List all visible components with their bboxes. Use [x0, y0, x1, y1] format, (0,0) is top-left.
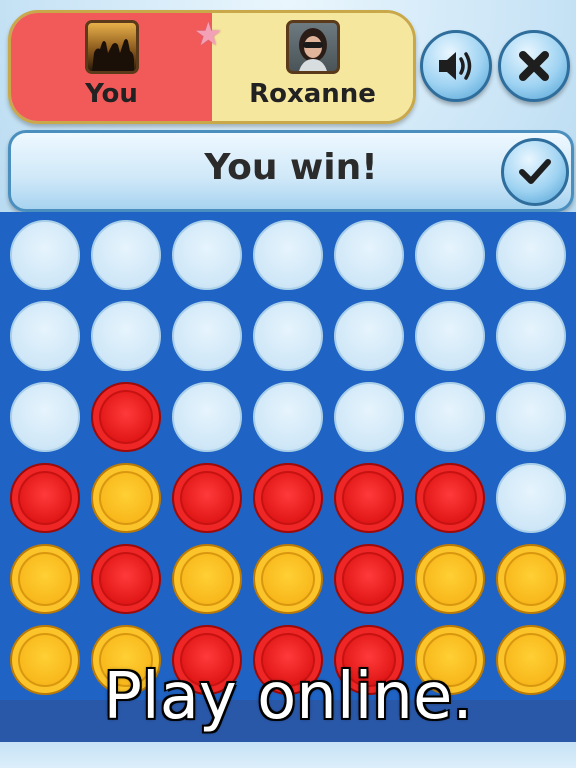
board-slot-r2-c5-empty[interactable] — [334, 301, 404, 371]
board-slot-r1-c1-empty[interactable] — [10, 220, 80, 290]
board-slot-r5-c6-yellow[interactable] — [415, 544, 485, 614]
promo-caption: Play online. — [103, 660, 473, 734]
board-slot-r2-c7-empty[interactable] — [496, 301, 566, 371]
board-slot-r3-c5-empty[interactable] — [334, 382, 404, 452]
board-slot-r5-c2-red[interactable] — [91, 544, 161, 614]
player-name-you: You — [85, 79, 138, 109]
player-you: You — [11, 13, 212, 121]
avatar-portrait — [299, 28, 327, 71]
woman-photo-avatar — [286, 20, 340, 74]
star-icon: ★ — [194, 15, 223, 53]
board-slot-r3-c7-empty[interactable] — [496, 382, 566, 452]
board-slot-r1-c5-empty[interactable] — [334, 220, 404, 290]
board-slot-r5-c3-yellow[interactable] — [172, 544, 242, 614]
board-slot-r2-c4-empty[interactable] — [253, 301, 323, 371]
status-bar: You win! — [8, 130, 574, 212]
board-slot-r4-c1-red[interactable] — [10, 463, 80, 533]
close-button[interactable] — [498, 30, 570, 102]
board-slot-r2-c1-empty[interactable] — [10, 301, 80, 371]
board-slot-r1-c2-empty[interactable] — [91, 220, 161, 290]
board-slot-r1-c3-empty[interactable] — [172, 220, 242, 290]
board-slot-r3-c4-empty[interactable] — [253, 382, 323, 452]
sound-button[interactable] — [420, 30, 492, 102]
status-message: You win! — [204, 147, 378, 188]
board-slot-r2-c2-empty[interactable] — [91, 301, 161, 371]
checkmark-icon — [519, 159, 551, 184]
board-slot-r4-c3-red[interactable] — [172, 463, 242, 533]
board-slot-r4-c2-yellow[interactable] — [91, 463, 161, 533]
board-slot-r5-c7-yellow[interactable] — [496, 544, 566, 614]
player-opponent: Roxanne — [212, 13, 413, 121]
board-slot-r3-c6-empty[interactable] — [415, 382, 485, 452]
board-slot-r1-c6-empty[interactable] — [415, 220, 485, 290]
board-slot-r2-c3-empty[interactable] — [172, 301, 242, 371]
avatar-silhouettes — [92, 39, 134, 71]
board-edge — [0, 742, 576, 768]
board-slot-r5-c4-yellow[interactable] — [253, 544, 323, 614]
board-slot-r4-c6-red[interactable] — [415, 463, 485, 533]
board-slot-r3-c2-red[interactable] — [91, 382, 161, 452]
board-slot-r4-c5-red[interactable] — [334, 463, 404, 533]
board-slot-r5-c1-yellow[interactable] — [10, 544, 80, 614]
board-slot-r3-c1-empty[interactable] — [10, 382, 80, 452]
board-slot-r4-c4-red[interactable] — [253, 463, 323, 533]
group-photo-avatar — [85, 20, 139, 74]
board-slot-r5-c5-red[interactable] — [334, 544, 404, 614]
close-icon — [519, 51, 549, 81]
speaker-icon — [439, 52, 472, 80]
confirm-button[interactable] — [501, 138, 569, 206]
player-name-opponent: Roxanne — [249, 79, 376, 109]
board-slot-r2-c6-empty[interactable] — [415, 301, 485, 371]
board-slot-r3-c3-empty[interactable] — [172, 382, 242, 452]
board-slot-r1-c7-empty[interactable] — [496, 220, 566, 290]
board-slot-r4-c7-empty[interactable] — [496, 463, 566, 533]
board-slot-r1-c4-empty[interactable] — [253, 220, 323, 290]
